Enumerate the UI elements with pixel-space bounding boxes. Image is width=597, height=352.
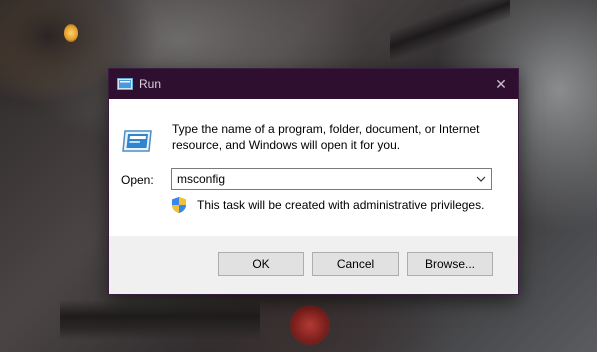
wallpaper-red-ornament <box>290 305 330 345</box>
wallpaper-lamp <box>64 24 78 42</box>
run-icon <box>117 77 133 91</box>
title-bar[interactable]: Run ✕ <box>109 69 518 99</box>
open-combobox[interactable]: msconfig <box>171 168 492 190</box>
admin-note-text: This task will be created with administr… <box>197 198 485 212</box>
uac-shield-icon <box>171 196 187 214</box>
cancel-button[interactable]: Cancel <box>312 252 399 276</box>
browse-button[interactable]: Browse... <box>407 252 493 276</box>
close-icon: ✕ <box>495 75 507 92</box>
dialog-description: Type the name of a program, folder, docu… <box>172 122 480 152</box>
window-title: Run <box>139 77 162 91</box>
open-label: Open: <box>121 173 154 187</box>
run-program-icon <box>121 125 153 155</box>
dialog-body: Type the name of a program, folder, docu… <box>109 99 518 236</box>
ok-button[interactable]: OK <box>218 252 304 276</box>
open-input[interactable]: msconfig <box>177 172 225 186</box>
chevron-down-icon[interactable] <box>473 171 489 187</box>
wallpaper-ribbon <box>390 0 510 60</box>
run-dialog: Run ✕ Type the name of a program, folder… <box>108 68 519 295</box>
dialog-footer: OK Cancel Browse... <box>109 236 518 294</box>
wallpaper-belt <box>60 300 260 340</box>
close-button[interactable]: ✕ <box>484 69 518 99</box>
